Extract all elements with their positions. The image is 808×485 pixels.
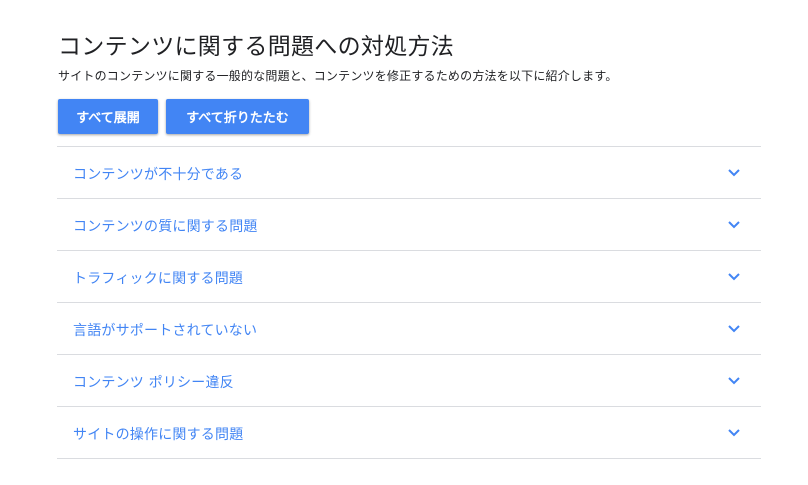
accordion-item-traffic-issues[interactable]: トラフィックに関する問題: [57, 251, 761, 303]
accordion-item-label: 言語がサポートされていない: [73, 323, 258, 339]
accordion-item-insufficient-content[interactable]: コンテンツが不十分である: [57, 147, 761, 199]
chevron-down-icon: [728, 429, 740, 437]
accordion-item-policy-violation[interactable]: コンテンツ ポリシー違反: [57, 355, 761, 407]
accordion-item-site-navigation[interactable]: サイトの操作に関する問題: [57, 407, 761, 459]
chevron-down-icon: [728, 169, 740, 177]
collapse-all-button[interactable]: すべて折りたたむ: [166, 99, 309, 134]
chevron-down-icon: [728, 273, 740, 281]
chevron-down-icon: [728, 325, 740, 333]
accordion: コンテンツが不十分である コンテンツの質に関する問題 トラフィックに関する問題 …: [57, 146, 761, 459]
expand-all-button[interactable]: すべて展開: [58, 99, 158, 134]
accordion-item-content-quality[interactable]: コンテンツの質に関する問題: [57, 199, 761, 251]
accordion-item-label: トラフィックに関する問題: [73, 271, 244, 287]
chevron-down-icon: [728, 221, 740, 229]
accordion-item-label: コンテンツが不十分である: [73, 167, 244, 183]
page-title: コンテンツに関する問題への対処方法: [58, 34, 455, 60]
accordion-item-label: コンテンツ ポリシー違反: [73, 375, 234, 391]
page-description: サイトのコンテンツに関する一般的な問題と、コンテンツを修正するための方法を以下に…: [58, 69, 618, 83]
accordion-item-unsupported-language[interactable]: 言語がサポートされていない: [57, 303, 761, 355]
chevron-down-icon: [728, 377, 740, 385]
accordion-item-label: サイトの操作に関する問題: [73, 427, 244, 443]
accordion-item-label: コンテンツの質に関する問題: [73, 219, 258, 235]
